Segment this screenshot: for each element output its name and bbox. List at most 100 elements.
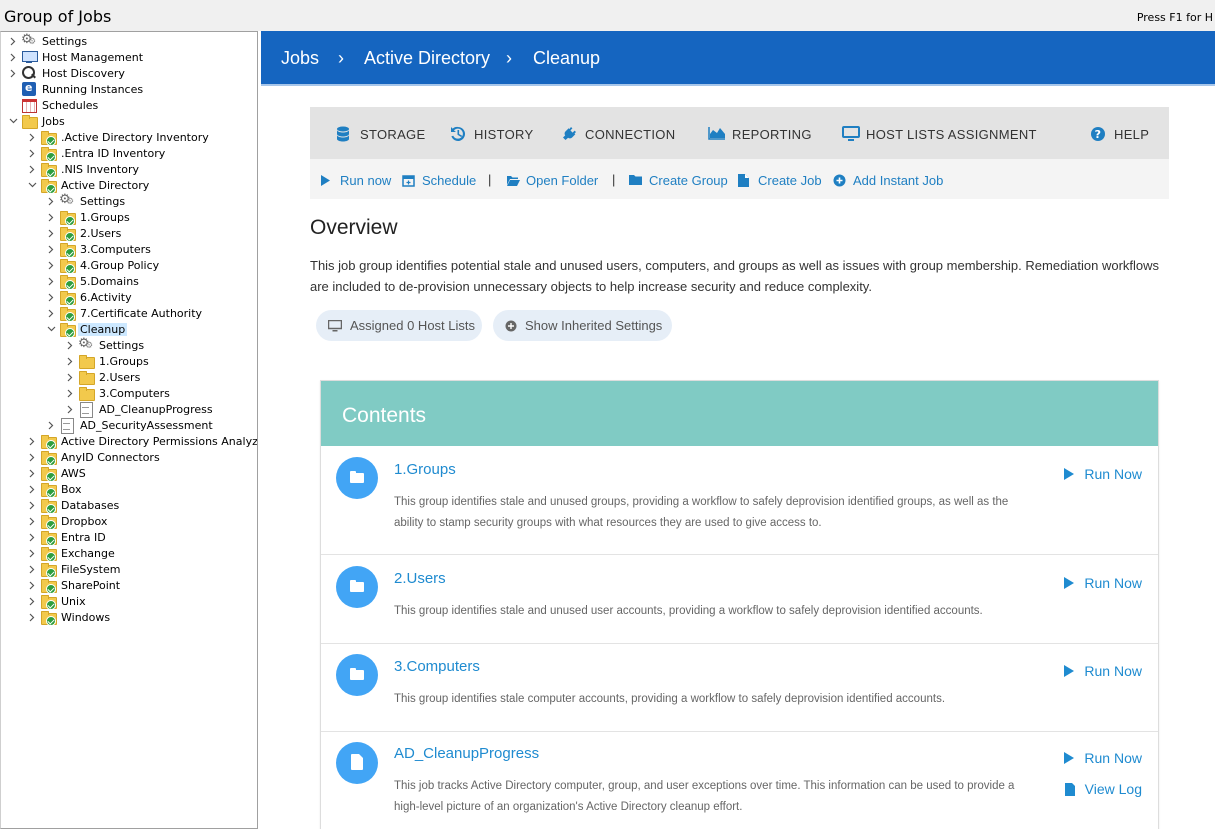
tree-item-label: 1.Groups: [80, 210, 130, 224]
tree-item[interactable]: Host Discovery: [7, 65, 127, 81]
tree-item[interactable]: 3.Computers: [64, 385, 172, 401]
tree-item[interactable]: .NIS Inventory: [26, 161, 141, 178]
chevron-right-icon[interactable]: [26, 433, 38, 449]
tree-item[interactable]: 2.Users: [64, 369, 142, 385]
show-inherited-settings-button[interactable]: Show Inherited Settings: [493, 310, 672, 341]
chevron-right-icon[interactable]: [64, 385, 76, 401]
tree-item[interactable]: .Entra ID Inventory: [26, 145, 167, 162]
tree-item[interactable]: Cleanup: [45, 321, 128, 338]
content-item-title[interactable]: AD_CleanupProgress: [394, 745, 539, 762]
chevron-right-icon[interactable]: [26, 161, 38, 177]
help-button[interactable]: ? HELP: [1090, 125, 1149, 143]
chevron-right-icon[interactable]: [26, 129, 38, 145]
tree-item[interactable]: Settings: [64, 336, 146, 353]
tree-item[interactable]: 5.Domains: [45, 273, 141, 290]
tree-item[interactable]: Entra ID: [26, 529, 108, 546]
chevron-right-icon[interactable]: [45, 417, 57, 433]
run-now-button[interactable]: Run Now: [1064, 663, 1142, 679]
view-log-button[interactable]: View Log: [1064, 781, 1142, 797]
tree-item[interactable]: AD_CleanupProgress: [64, 401, 215, 418]
chevron-right-icon[interactable]: [7, 49, 19, 65]
tree-item[interactable]: Settings: [45, 192, 127, 209]
chevron-right-icon[interactable]: [26, 497, 38, 513]
chevron-right-icon[interactable]: [45, 273, 57, 289]
tree-item[interactable]: 1.Groups: [64, 353, 151, 369]
chevron-right-icon[interactable]: [45, 257, 57, 273]
tree-item[interactable]: FileSystem: [26, 561, 122, 578]
chevron-right-icon[interactable]: [45, 241, 57, 257]
content-item-title[interactable]: 3.Computers: [394, 658, 480, 675]
tree-item[interactable]: Windows: [26, 609, 112, 626]
tree-item[interactable]: Unix: [26, 593, 88, 610]
chevron-right-icon[interactable]: [26, 481, 38, 497]
chevron-right-icon[interactable]: [26, 145, 38, 161]
schedule-link[interactable]: Schedule: [402, 172, 476, 188]
chevron-right-icon[interactable]: [26, 577, 38, 593]
chevron-right-icon[interactable]: [26, 513, 38, 529]
chevron-right-icon[interactable]: [26, 545, 38, 561]
chevron-right-icon[interactable]: [64, 353, 76, 369]
reporting-button[interactable]: REPORTING: [708, 125, 812, 143]
tree-item[interactable]: Databases: [26, 497, 121, 514]
tree-item[interactable]: Running Instances: [7, 81, 145, 97]
chevron-right-icon[interactable]: [45, 225, 57, 241]
tree-item[interactable]: 3.Computers: [45, 241, 153, 258]
chevron-down-icon[interactable]: [7, 113, 19, 129]
chevron-right-icon[interactable]: [7, 65, 19, 81]
create-group-link[interactable]: Create Group: [629, 172, 728, 188]
tree-item[interactable]: Dropbox: [26, 513, 109, 530]
chevron-right-icon[interactable]: [45, 305, 57, 321]
chevron-right-icon[interactable]: [64, 337, 76, 353]
assigned-host-lists-button[interactable]: Assigned 0 Host Lists: [316, 310, 482, 341]
breadcrumb-jobs[interactable]: Jobs: [281, 48, 319, 69]
tree-item[interactable]: Settings: [7, 32, 89, 49]
tree-item[interactable]: AnyID Connectors: [26, 449, 162, 466]
run-now-button[interactable]: Run Now: [1064, 750, 1142, 766]
chevron-right-icon[interactable]: [26, 465, 38, 481]
tree-item[interactable]: Box: [26, 481, 83, 498]
run-now-button[interactable]: Run Now: [1064, 575, 1142, 591]
chevron-right-icon[interactable]: [26, 609, 38, 625]
tree-item[interactable]: Active Directory Permissions Analyzer: [26, 433, 257, 450]
create-job-link[interactable]: Create Job: [738, 172, 822, 188]
run-now-link[interactable]: Run now: [320, 172, 391, 188]
chevron-right-icon[interactable]: [26, 561, 38, 577]
tree-item[interactable]: SharePoint: [26, 577, 122, 594]
storage-button[interactable]: STORAGE: [336, 125, 425, 143]
chevron-right-icon[interactable]: [64, 401, 76, 417]
chevron-right-icon[interactable]: [45, 193, 57, 209]
chevron-right-icon[interactable]: [64, 369, 76, 385]
tree-item[interactable]: 2.Users: [45, 225, 123, 242]
chevron-right-icon[interactable]: [45, 289, 57, 305]
tree-item[interactable]: 7.Certificate Authority: [45, 305, 204, 322]
chevron-down-icon[interactable]: [26, 177, 38, 193]
breadcrumb-cleanup[interactable]: Cleanup: [533, 48, 600, 69]
tree-item[interactable]: AWS: [26, 465, 88, 482]
tree-item[interactable]: Jobs: [7, 113, 67, 129]
content-item-title[interactable]: 1.Groups: [394, 461, 456, 478]
chevron-right-icon[interactable]: [45, 209, 57, 225]
chevron-right-icon[interactable]: [26, 593, 38, 609]
tree-item[interactable]: Exchange: [26, 545, 117, 562]
chevron-down-icon[interactable]: [45, 321, 57, 337]
tree-item[interactable]: Host Management: [7, 49, 145, 65]
tree-item[interactable]: 4.Group Policy: [45, 257, 161, 274]
tree-item[interactable]: AD_SecurityAssessment: [45, 417, 215, 434]
chevron-right-icon[interactable]: [26, 529, 38, 545]
chevron-right-icon[interactable]: [26, 449, 38, 465]
tree-item[interactable]: 1.Groups: [45, 209, 132, 226]
breadcrumb-active-directory[interactable]: Active Directory: [364, 48, 490, 69]
navigation-tree[interactable]: Settings Host Management Host Discovery Run…: [0, 31, 258, 829]
chevron-right-icon[interactable]: [7, 33, 19, 49]
tree-item[interactable]: Schedules: [7, 97, 100, 113]
add-instant-job-link[interactable]: Add Instant Job: [833, 172, 943, 188]
connection-button[interactable]: CONNECTION: [561, 125, 675, 143]
tree-item[interactable]: .Active Directory Inventory: [26, 129, 211, 146]
tree-item[interactable]: Active Directory: [26, 177, 151, 194]
open-folder-link[interactable]: Open Folder: [506, 172, 598, 188]
history-button[interactable]: HISTORY: [450, 125, 533, 143]
content-item-title[interactable]: 2.Users: [394, 570, 446, 587]
host-lists-assignment-button[interactable]: HOST LISTS ASSIGNMENT: [842, 125, 1037, 143]
run-now-button[interactable]: Run Now: [1064, 466, 1142, 482]
tree-item[interactable]: 6.Activity: [45, 289, 134, 306]
